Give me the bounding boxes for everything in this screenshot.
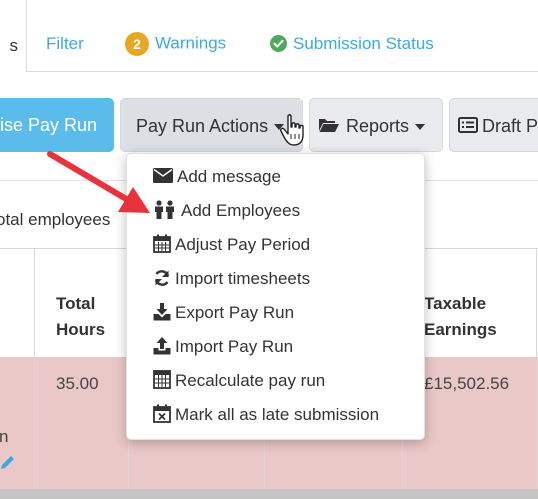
column-header-taxable-earnings[interactable]: Taxable Earnings	[424, 291, 497, 343]
tab-submission-status[interactable]: Submission Status	[270, 34, 434, 54]
cell-employee-name[interactable]: n	[0, 427, 8, 447]
calendar-x-icon	[153, 404, 171, 423]
menu-item-label: Add message	[177, 167, 281, 186]
list-alt-icon	[458, 117, 478, 134]
cell-total-hours: 35.00	[56, 374, 99, 393]
header-line: Hours	[56, 320, 106, 339]
menu-item-recalculate-pay-run[interactable]: Recalculate pay run	[127, 364, 424, 398]
reports-label: Reports	[346, 116, 410, 136]
pay-run-actions-menu: Add message Add Employees Adjust Pay Per…	[126, 153, 425, 440]
menu-item-export-pay-run[interactable]: Export Pay Run	[127, 296, 424, 330]
refresh-icon	[154, 269, 170, 286]
caret-down-icon	[415, 124, 426, 131]
tab-active[interactable]: s	[0, 0, 27, 72]
column-divider	[536, 248, 537, 499]
menu-item-label: Adjust Pay Period	[175, 235, 311, 254]
calculator-icon	[153, 370, 171, 389]
header-line: Total	[56, 294, 96, 313]
hand-cursor-icon	[280, 114, 304, 146]
warnings-count-badge: 2	[125, 32, 149, 56]
cell-taxable-earnings: £15,502.56	[424, 374, 510, 393]
menu-item-label: Add Employees	[181, 201, 301, 220]
menu-item-import-pay-run[interactable]: Import Pay Run	[127, 330, 424, 364]
menu-item-add-employees[interactable]: Add Employees	[127, 194, 424, 228]
tab-submission-status-label: Submission Status	[293, 34, 434, 53]
header-line: Earnings	[424, 320, 497, 339]
check-circle-icon	[270, 35, 287, 53]
download-icon	[153, 302, 171, 321]
draft-label: Draft Pa	[482, 116, 538, 136]
calendar-icon	[153, 234, 171, 253]
tab-warnings[interactable]: 2 Warnings	[125, 32, 226, 56]
menu-item-label: Export Pay Run	[175, 303, 295, 322]
menu-item-label: Import timesheets	[175, 269, 311, 288]
menu-item-import-timesheets[interactable]: Import timesheets	[127, 262, 424, 296]
menu-item-add-message[interactable]: Add message	[127, 160, 424, 194]
menu-item-adjust-pay-period[interactable]: Adjust Pay Period	[127, 228, 424, 262]
tab-warnings-label: Warnings	[155, 33, 227, 53]
pencil-icon[interactable]	[0, 452, 16, 470]
annotation-arrow	[47, 151, 150, 213]
menu-item-label: Recalculate pay run	[175, 371, 326, 390]
folder-open-icon	[319, 119, 339, 133]
upload-icon	[153, 336, 171, 355]
menu-item-label: Import Pay Run	[175, 337, 294, 356]
header-line: Taxable	[424, 294, 487, 313]
draft-payslips-button[interactable]: Draft Pa	[449, 98, 538, 152]
column-divider	[34, 248, 35, 499]
pay-run-actions-label: Pay Run Actions	[136, 116, 269, 136]
tab-filter[interactable]: Filter	[46, 34, 84, 54]
table-footer-bar	[0, 489, 538, 499]
reports-button[interactable]: Reports	[309, 98, 443, 152]
menu-item-label: Mark all as late submission	[175, 405, 380, 424]
column-header-total-hours[interactable]: Total Hours	[56, 291, 105, 343]
menu-item-mark-late-submission[interactable]: Mark all as late submission	[127, 398, 424, 432]
